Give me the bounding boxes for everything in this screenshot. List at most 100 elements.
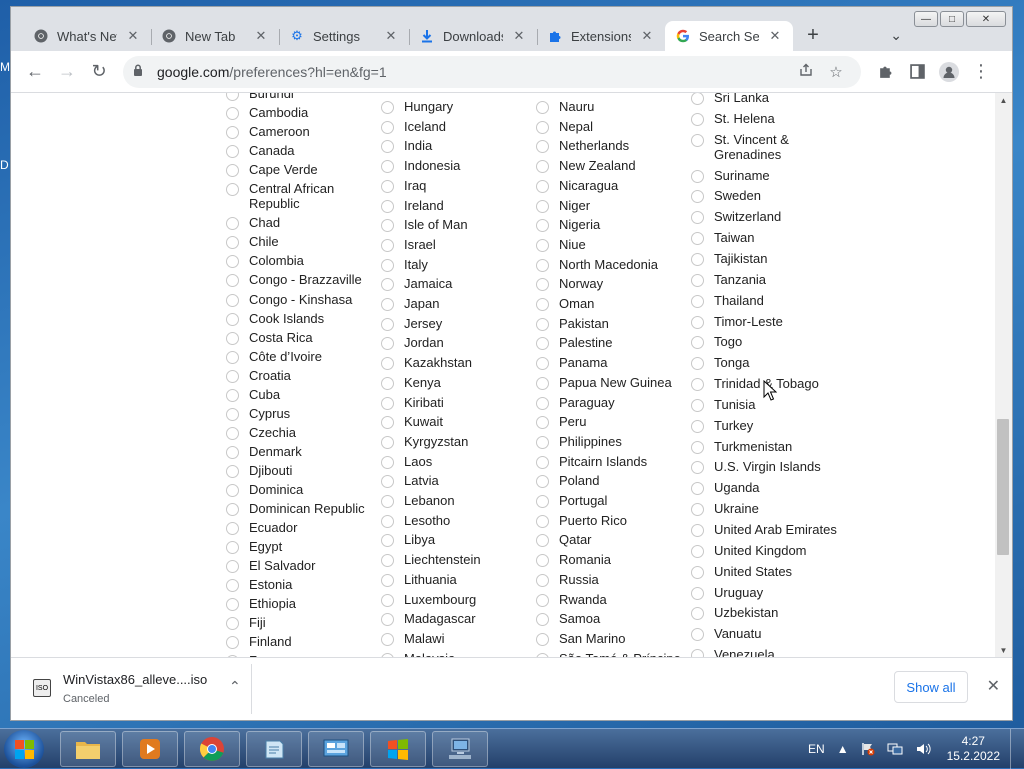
region-option[interactable]: India (381, 138, 432, 154)
radio-button[interactable] (691, 419, 704, 433)
region-option[interactable]: Papua New Guinea (536, 375, 672, 390)
radio-button[interactable] (381, 613, 394, 627)
region-option[interactable]: Timor-Leste (691, 314, 783, 329)
radio-button[interactable] (226, 164, 239, 178)
radio-button[interactable] (226, 445, 239, 459)
reload-button[interactable]: ↻ (83, 56, 115, 88)
radio-button[interactable] (381, 101, 394, 114)
radio-button[interactable] (381, 140, 394, 154)
tab-settings[interactable]: ⚙ Settings ✕ (279, 21, 409, 51)
control-panel-icon[interactable] (308, 731, 364, 767)
radio-button[interactable] (691, 112, 704, 126)
radio-button[interactable] (381, 416, 394, 430)
region-option[interactable]: Cook Islands (226, 311, 324, 326)
region-option[interactable]: United States (691, 564, 792, 579)
radio-button[interactable] (536, 396, 549, 410)
radio-button[interactable] (691, 232, 704, 246)
radio-button[interactable] (226, 560, 239, 574)
region-option[interactable]: Turkey (691, 418, 753, 433)
radio-button[interactable] (691, 169, 704, 183)
radio-button[interactable] (381, 554, 394, 568)
region-option[interactable]: Iraq (381, 178, 426, 193)
radio-button[interactable] (536, 238, 549, 252)
region-option[interactable]: New Zealand (536, 158, 636, 174)
radio-button[interactable] (381, 258, 394, 272)
radio-button[interactable] (381, 160, 394, 174)
tab-close-icon[interactable]: ✕ (383, 28, 399, 44)
region-option[interactable]: Libya (381, 532, 435, 548)
radio-button[interactable] (381, 495, 394, 508)
maximize-button[interactable]: □ (940, 11, 964, 27)
region-option[interactable]: Panama (536, 355, 607, 371)
region-option[interactable]: Poland (536, 473, 599, 489)
radio-button[interactable] (226, 598, 239, 612)
media-player-icon[interactable] (122, 731, 178, 767)
region-option[interactable]: Paraguay (536, 395, 615, 410)
region-option[interactable]: Hungary (381, 99, 453, 114)
region-option[interactable]: Congo - Brazzaville (226, 272, 362, 288)
radio-button[interactable] (381, 337, 394, 351)
minimize-button[interactable]: — (914, 11, 938, 27)
radio-button[interactable] (536, 495, 549, 508)
region-option[interactable]: Jersey (381, 316, 442, 331)
region-option[interactable]: Denmark (226, 444, 302, 459)
radio-button[interactable] (226, 93, 239, 101)
region-option[interactable]: Pitcairn Islands (536, 454, 647, 469)
region-option[interactable]: Nepal (536, 119, 593, 134)
radio-button[interactable] (691, 133, 704, 147)
radio-button[interactable] (381, 514, 394, 528)
radio-button[interactable] (536, 101, 549, 114)
radio-button[interactable] (691, 190, 704, 204)
scroll-down-arrow[interactable]: ▼ (995, 643, 1012, 657)
scroll-thumb[interactable] (997, 419, 1009, 555)
radio-button[interactable] (691, 607, 704, 621)
region-option[interactable]: Ireland (381, 198, 444, 213)
region-option[interactable]: United Arab Emirates (691, 522, 837, 537)
radio-button[interactable] (691, 503, 704, 517)
avatar-icon[interactable] (933, 56, 965, 88)
radio-button[interactable] (536, 534, 549, 548)
radio-button[interactable] (381, 632, 394, 646)
radio-button[interactable] (226, 426, 239, 440)
radio-button[interactable] (381, 278, 394, 292)
volume-icon[interactable] (915, 742, 931, 756)
region-option[interactable]: Kazakhstan (381, 355, 472, 371)
radio-button[interactable] (226, 217, 239, 231)
region-option[interactable]: Ecuador (226, 520, 297, 536)
region-option[interactable]: Tunisia (691, 397, 755, 412)
radio-button[interactable] (691, 294, 704, 308)
address-bar[interactable]: google.com/preferences?hl=en&fg=1 ☆ (123, 55, 861, 88)
region-option[interactable]: Oman (536, 296, 594, 311)
radio-button[interactable] (381, 376, 394, 390)
region-option[interactable]: Jordan (381, 335, 444, 351)
tab-close-icon[interactable]: ✕ (253, 28, 269, 44)
region-option[interactable]: Uruguay (691, 585, 763, 600)
radio-button[interactable] (691, 315, 704, 329)
radio-button[interactable] (226, 331, 239, 345)
radio-button[interactable] (226, 484, 239, 497)
region-option[interactable]: Netherlands (536, 138, 629, 154)
region-option[interactable]: Luxembourg (381, 592, 476, 607)
region-option[interactable]: Chile (226, 234, 279, 250)
region-option[interactable]: Tajikistan (691, 251, 767, 266)
radio-button[interactable] (226, 274, 239, 288)
region-option[interactable]: Cyprus (226, 406, 290, 421)
radio-button[interactable] (381, 534, 394, 548)
radio-button[interactable] (691, 93, 704, 105)
region-option[interactable]: Sri Lanka (691, 93, 769, 105)
radio-button[interactable] (536, 475, 549, 489)
radio-button[interactable] (226, 126, 239, 140)
region-option[interactable]: St. Vincent & Grenadines (691, 132, 814, 162)
network-icon[interactable] (887, 742, 903, 756)
radio-button[interactable] (691, 398, 704, 412)
region-option[interactable]: Czechia (226, 425, 296, 440)
radio-button[interactable] (226, 541, 239, 555)
radio-button[interactable] (226, 464, 239, 478)
radio-button[interactable] (381, 317, 394, 331)
region-option[interactable]: Cambodia (226, 105, 308, 121)
language-indicator[interactable]: EN (808, 742, 825, 756)
kebab-menu-icon[interactable]: ⋮ (965, 56, 997, 88)
radio-button[interactable] (381, 396, 394, 410)
region-option[interactable]: Nigeria (536, 217, 600, 233)
radio-button[interactable] (381, 219, 394, 233)
